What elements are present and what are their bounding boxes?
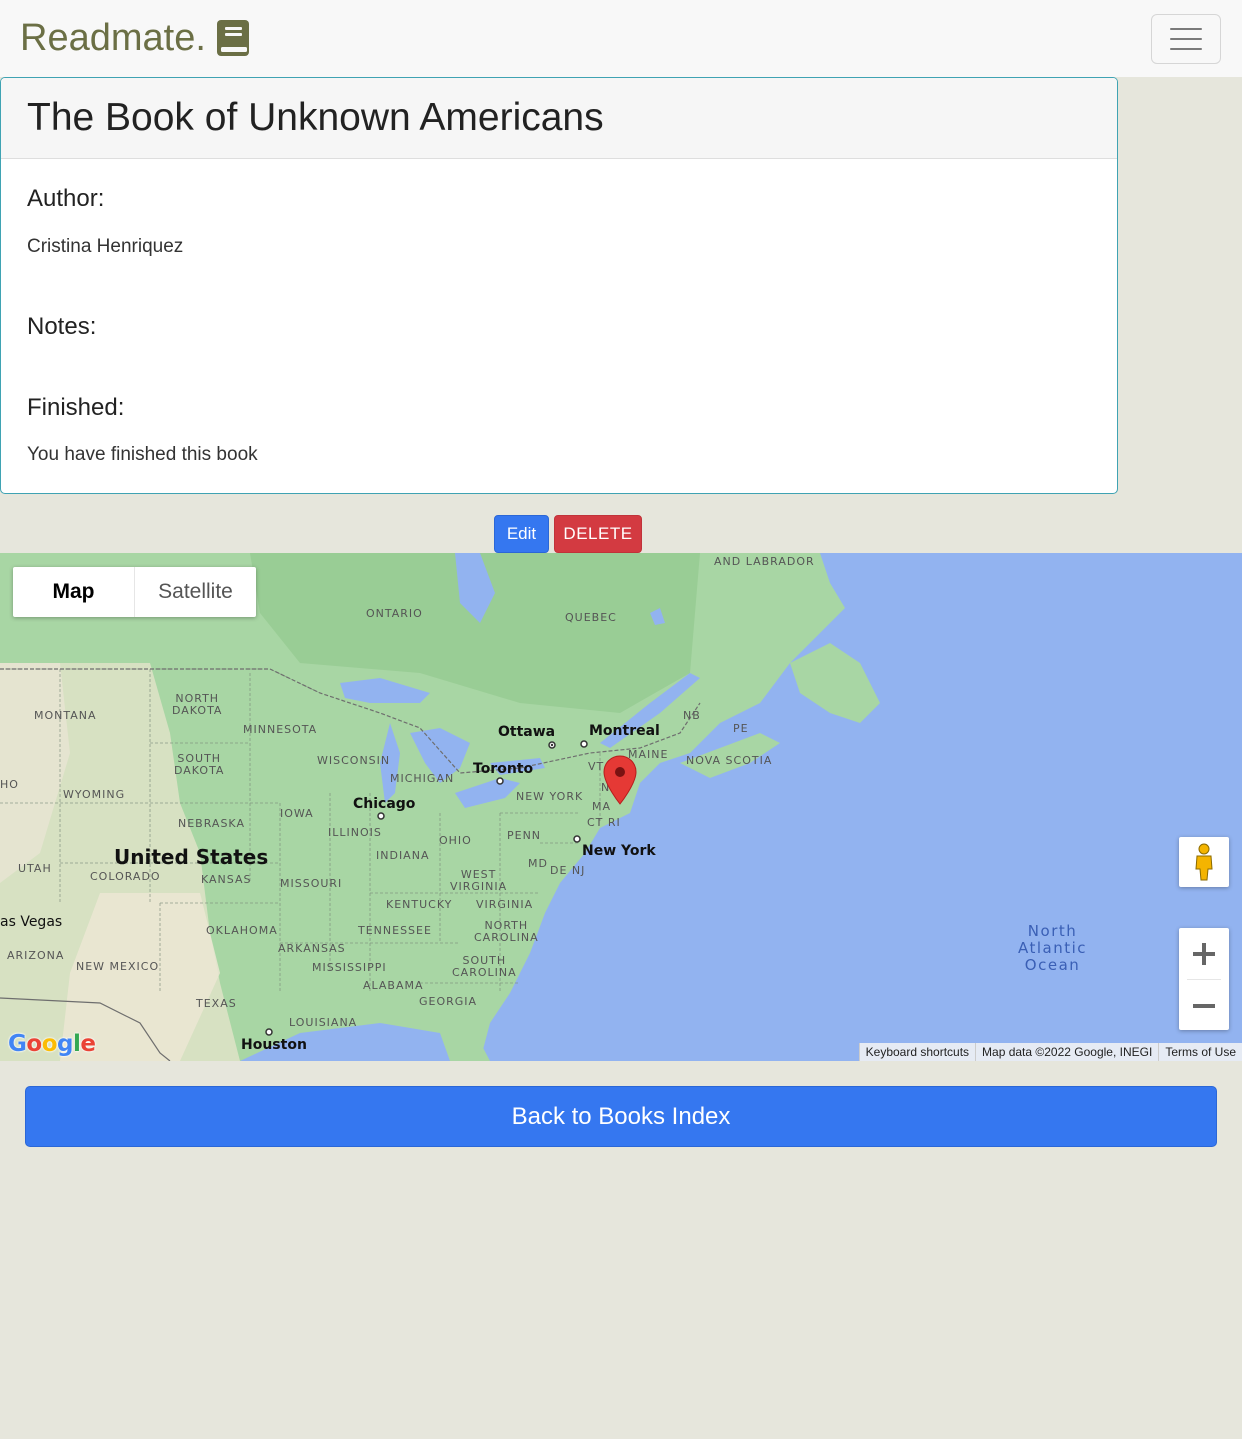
map-label-louisiana: LOUISIANA bbox=[289, 1016, 358, 1029]
book-title: The Book of Unknown Americans bbox=[27, 96, 604, 139]
map-label-virginia: VIRGINIA bbox=[476, 898, 534, 911]
map-label-nova-scotia: NOVA SCOTIA bbox=[686, 754, 773, 767]
hamburger-icon-bar bbox=[1170, 38, 1202, 40]
map-label-vt: VT bbox=[588, 760, 605, 773]
map-label-georgia: GEORGIA bbox=[419, 995, 478, 1008]
map-label-colorado: COLORADO bbox=[90, 870, 161, 883]
map-label-nb: NB bbox=[683, 709, 701, 722]
map-label-new-york-city: New York bbox=[582, 843, 656, 859]
map-label-montana: MONTANA bbox=[34, 709, 97, 722]
map-label-tennessee: TENNESSEE bbox=[358, 924, 432, 937]
keyboard-shortcuts-link[interactable]: Keyboard shortcuts bbox=[858, 1043, 975, 1061]
map-label-pe: PE bbox=[733, 722, 749, 735]
map-label-alabama: ALABAMA bbox=[363, 979, 424, 992]
map-terrain bbox=[0, 553, 880, 1061]
map-label-north-carolina: NORTH CAROLINA bbox=[474, 919, 539, 944]
book-icon bbox=[216, 19, 250, 57]
finished-label: Finished: bbox=[27, 394, 125, 421]
map-label-indiana: INDIANA bbox=[376, 849, 430, 862]
navbar: Readmate. bbox=[0, 0, 1242, 77]
author-label: Author: bbox=[27, 185, 105, 212]
terms-of-use-link[interactable]: Terms of Use bbox=[1158, 1043, 1242, 1061]
map-label-minnesota: MINNESOTA bbox=[243, 723, 318, 736]
map-label-montreal: Montreal bbox=[589, 723, 660, 739]
map-label-north-atlantic-ocean: North Atlantic Ocean bbox=[1018, 922, 1088, 974]
map-label-michigan: MICHIGAN bbox=[390, 772, 455, 785]
zoom-control bbox=[1179, 928, 1229, 1030]
finished-value: You have finished this book bbox=[27, 444, 258, 465]
map-label-texas: TEXAS bbox=[196, 997, 237, 1010]
map-label-north-dakota: NORTH DAKOTA bbox=[172, 692, 223, 717]
map-label-wisconsin: WISCONSIN bbox=[317, 754, 391, 767]
map-label-nebraska: NEBRASKA bbox=[178, 817, 245, 830]
brand-name: Readmate. bbox=[20, 16, 206, 59]
map-label-new-mexico: NEW MEXICO bbox=[76, 960, 160, 973]
location-marker-icon[interactable] bbox=[603, 755, 637, 805]
map-label-houston: Houston bbox=[241, 1037, 307, 1053]
plus-icon bbox=[1193, 942, 1215, 965]
map-label-united-states: United States bbox=[114, 845, 269, 869]
back-to-books-index-button[interactable]: Back to Books Index bbox=[25, 1086, 1217, 1147]
hamburger-icon-bar bbox=[1170, 48, 1202, 50]
map-label-utah: UTAH bbox=[18, 862, 52, 875]
map-label-south-dakota: SOUTH DAKOTA bbox=[174, 752, 225, 777]
map-label-mississippi: MISSISSIPPI bbox=[312, 961, 387, 974]
pegman-icon bbox=[1195, 843, 1213, 881]
menu-toggle-button[interactable] bbox=[1151, 14, 1221, 64]
map-label-south-carolina: SOUTH CAROLINA bbox=[452, 954, 517, 979]
hamburger-icon-bar bbox=[1170, 28, 1202, 30]
map-label-kansas: KANSAS bbox=[201, 873, 252, 886]
map-label-oklahoma: OKLAHOMA bbox=[206, 924, 278, 937]
map-label-ohio: OHIO bbox=[439, 834, 472, 847]
map-label-missouri: MISSOURI bbox=[280, 877, 343, 890]
map-data-text: Map data ©2022 Google, INEGI bbox=[975, 1043, 1158, 1061]
map-label-de-nj: DE NJ bbox=[550, 864, 586, 877]
map-label-penn: PENN bbox=[507, 829, 542, 842]
map-label-wyoming: WYOMING bbox=[63, 788, 126, 801]
zoom-out-button[interactable] bbox=[1179, 980, 1229, 1031]
pegman-button[interactable] bbox=[1179, 837, 1229, 887]
google-logo[interactable]: Google bbox=[8, 1031, 96, 1057]
zoom-in-button[interactable] bbox=[1179, 928, 1229, 979]
map-label-kentucky: KENTUCKY bbox=[386, 898, 453, 911]
map-label-new-york-state: NEW YORK bbox=[516, 790, 584, 803]
map-type-satellite-button[interactable]: Satellite bbox=[135, 567, 256, 617]
map-label-idaho: HO bbox=[0, 778, 19, 791]
map-label-west-virginia: WEST VIRGINIA bbox=[450, 868, 508, 893]
map-label-labrador: AND LABRADOR bbox=[714, 555, 815, 568]
map-label-iowa: IOWA bbox=[280, 807, 314, 820]
card-header: The Book of Unknown Americans bbox=[1, 78, 1117, 159]
brand-link[interactable]: Readmate. bbox=[20, 16, 250, 60]
map-attribution: Keyboard shortcuts Map data ©2022 Google… bbox=[858, 1043, 1242, 1061]
map-type-control: Map Satellite bbox=[13, 567, 256, 617]
map-label-ottawa: Ottawa bbox=[498, 724, 556, 740]
delete-button[interactable]: DELETE bbox=[554, 515, 642, 553]
book-card: The Book of Unknown Americans Author: Cr… bbox=[0, 77, 1118, 494]
map-label-chicago: Chicago bbox=[353, 796, 416, 812]
map-label-ontario: ONTARIO bbox=[366, 607, 423, 620]
map-label-md: MD bbox=[528, 857, 548, 870]
map-label-ct-ri: CT RI bbox=[587, 816, 621, 829]
map[interactable]: AND LABRADOR ONTARIO QUEBEC NORTH DAKOTA… bbox=[0, 553, 1242, 1061]
map-type-map-button[interactable]: Map bbox=[13, 567, 135, 617]
map-label-illinois: ILLINOIS bbox=[328, 826, 382, 839]
author-value: Cristina Henriquez bbox=[27, 236, 184, 257]
map-label-las-vegas: as Vegas bbox=[0, 914, 63, 930]
map-label-arizona: ARIZONA bbox=[7, 949, 65, 962]
map-label-toronto: Toronto bbox=[473, 761, 534, 777]
minus-icon bbox=[1193, 1003, 1215, 1008]
edit-button[interactable]: Edit bbox=[494, 515, 549, 553]
notes-label: Notes: bbox=[27, 313, 97, 340]
map-label-quebec: QUEBEC bbox=[565, 611, 617, 624]
map-label-arkansas: ARKANSAS bbox=[278, 942, 346, 955]
